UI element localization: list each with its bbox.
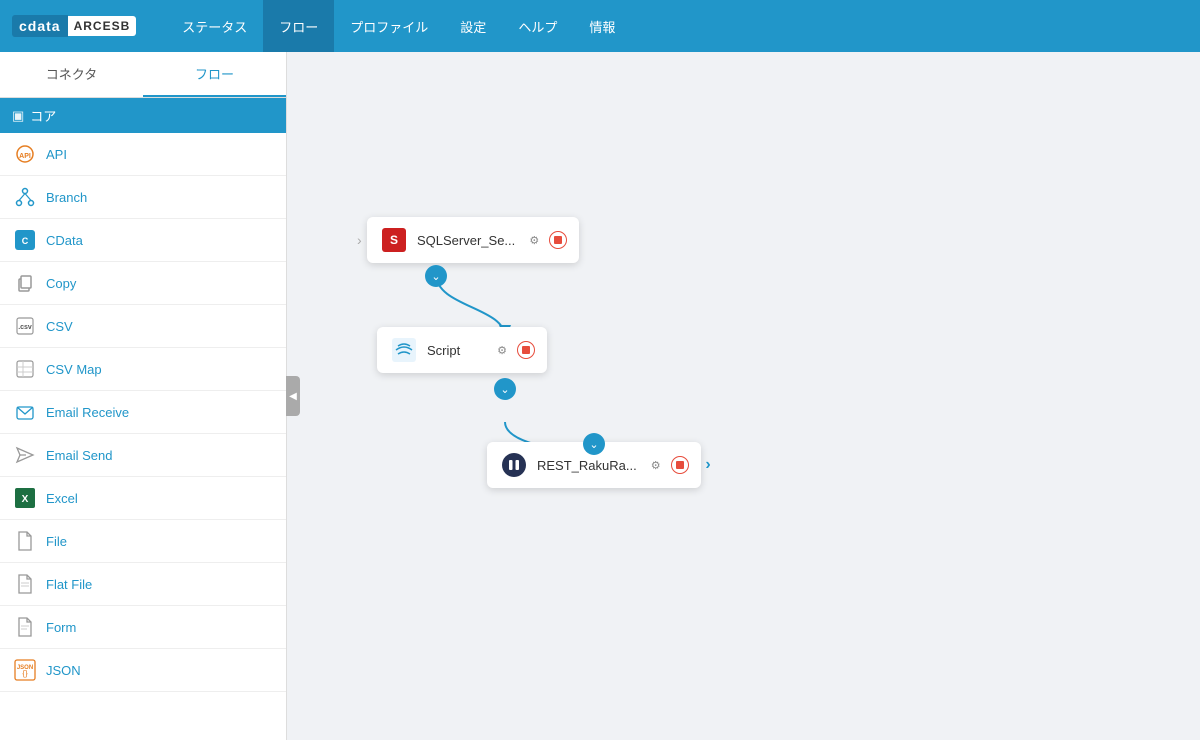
excel-label: Excel [46,491,78,506]
node3-gear-btn[interactable]: ⚙ [645,454,667,476]
connector-dot-2[interactable]: ⌄ [494,378,516,400]
sidebar-item-form[interactable]: Form [0,606,286,649]
sidebar-section-header: ▣ コア [0,98,286,133]
node2-actions: ⚙ [491,339,535,361]
csv-icon: .csv [14,315,36,337]
svg-text:C: C [22,236,29,246]
nav-settings[interactable]: 設定 [444,0,502,52]
section-label: コア [30,106,56,125]
sidebar-item-csvmap[interactable]: CSV Map [0,348,286,391]
node2-label: Script [427,343,483,358]
email-send-label: Email Send [46,448,112,463]
sidebar-item-flatfile[interactable]: Flat File [0,563,286,606]
csvmap-label: CSV Map [46,362,102,377]
logo-arcesb: ARCESB [68,16,137,36]
flow-node-script[interactable]: Script ⚙ [377,327,547,373]
cdata-icon: C [14,229,36,251]
form-label: Form [46,620,76,635]
csv-label: CSV [46,319,73,334]
sidebar-item-branch[interactable]: Branch [0,176,286,219]
node3-right-arrow[interactable]: › [705,456,710,474]
nav-profile[interactable]: プロファイル [334,0,444,52]
svg-text:S: S [390,233,398,247]
email-receive-icon [14,401,36,423]
svg-text:{}: {} [22,669,28,678]
email-send-icon [14,444,36,466]
header: cdataARCESB ステータス フロー プロファイル 設定 ヘルプ 情報 [0,0,1200,52]
tab-flow[interactable]: フロー [143,52,286,97]
branch-label: Branch [46,190,87,205]
logo-area: cdataARCESB [12,15,136,37]
nav-status[interactable]: ステータス [166,0,263,52]
flow-connections [287,52,1200,740]
nav-flow[interactable]: フロー [263,0,334,52]
sidebar-item-copy[interactable]: Copy [0,262,286,305]
branch-icon [14,186,36,208]
svg-text:.csv: .csv [18,324,32,331]
nav-info[interactable]: 情報 [573,0,631,52]
csvmap-icon [14,358,36,380]
api-icon: API [14,143,36,165]
flow-node-sqlserver[interactable]: › S SQLServer_Se... ⚙ [367,217,579,263]
sidebar-tabs: コネクタ フロー [0,52,286,98]
sidebar-item-email-send[interactable]: Email Send [0,434,286,477]
cdata-label: CData [46,233,83,248]
json-label: JSON [46,663,81,678]
connector-dot-3[interactable]: ⌄ [583,433,605,455]
sidebar-item-csv[interactable]: .csv CSV [0,305,286,348]
file-icon [14,530,36,552]
svg-text:API: API [19,153,31,160]
sidebar-item-file[interactable]: File [0,520,286,563]
flatfile-label: Flat File [46,577,92,592]
sidebar-item-excel[interactable]: X Excel [0,477,286,520]
node1-label: SQLServer_Se... [417,233,515,248]
email-receive-label: Email Receive [46,405,129,420]
sidebar-item-email-receive[interactable]: Email Receive [0,391,286,434]
node2-stop-btn[interactable] [517,341,535,359]
svg-text:X: X [22,494,29,505]
form-icon [14,616,36,638]
sidebar-items: API API Branch [0,133,286,740]
sidebar-item-json[interactable]: JSON {} JSON [0,649,286,692]
node1-icon: S [379,225,409,255]
node3-label: REST_RakuRa... [537,458,637,473]
sidebar-item-cdata[interactable]: C CData [0,219,286,262]
file-label: File [46,534,67,549]
json-icon: JSON {} [14,659,36,681]
node1-gear-btn[interactable]: ⚙ [523,229,545,251]
main-layout: コネクタ フロー ▣ コア API API [0,52,1200,740]
flatfile-icon [14,573,36,595]
copy-icon [14,272,36,294]
flow-canvas[interactable]: › S SQLServer_Se... ⚙ ⌄ [287,52,1200,740]
node3-stop-btn[interactable] [671,456,689,474]
node1-stop-btn[interactable] [549,231,567,249]
node3-icon [499,450,529,480]
logo-cdata: cdata [12,15,68,37]
connector-dot-1[interactable]: ⌄ [425,265,447,287]
section-icon: ▣ [12,108,24,124]
node3-actions: ⚙ [645,454,689,476]
node2-gear-btn[interactable]: ⚙ [491,339,513,361]
api-label: API [46,147,67,162]
excel-icon: X [14,487,36,509]
nav-help[interactable]: ヘルプ [502,0,573,52]
tab-connector[interactable]: コネクタ [0,52,143,97]
node1-actions: ⚙ [523,229,567,251]
collapse-handle[interactable]: ◀ [286,376,300,416]
sidebar-item-api[interactable]: API API [0,133,286,176]
node1-left-arrow: › [357,232,362,248]
copy-label: Copy [46,276,76,291]
sidebar: コネクタ フロー ▣ コア API API [0,52,287,740]
node2-icon [389,335,419,365]
